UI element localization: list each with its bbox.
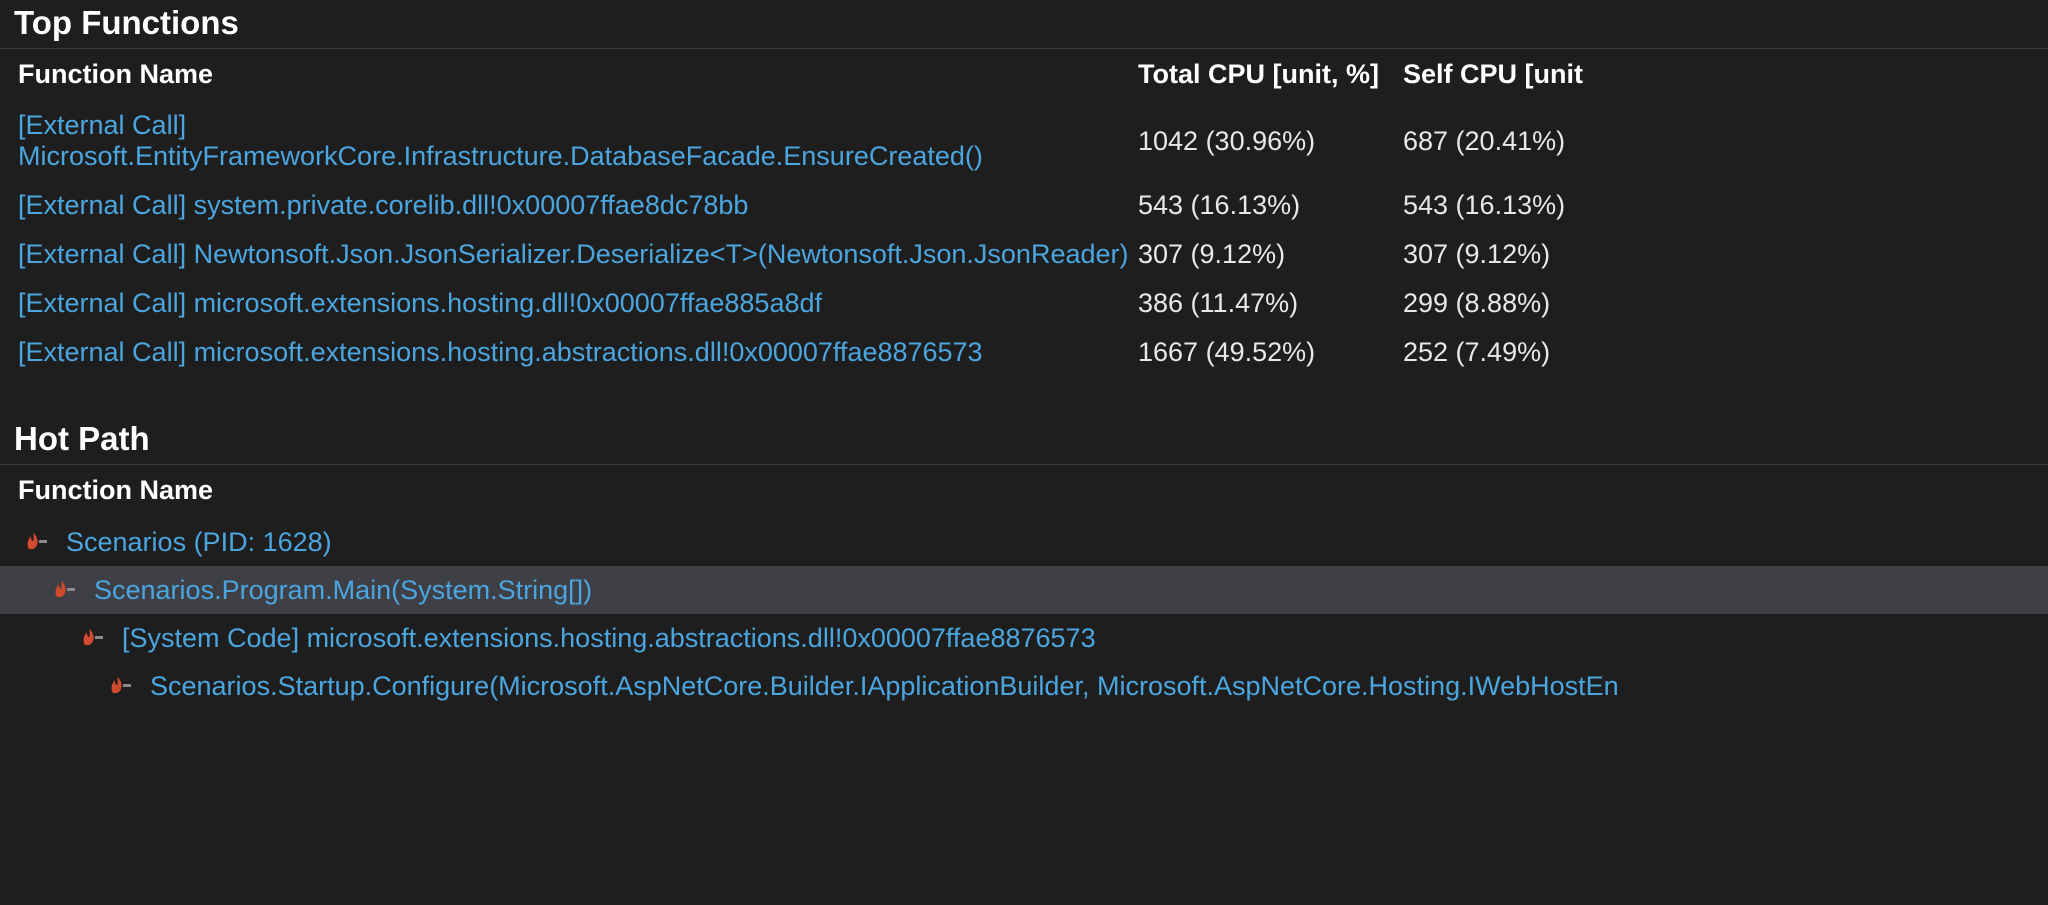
self-cpu-cell: 252 (7.49%): [1403, 337, 2034, 368]
table-row[interactable]: [External Call] microsoft.extensions.hos…: [0, 280, 2048, 329]
col-header-total-cpu[interactable]: Total CPU [unit, %]: [1138, 59, 1403, 90]
table-row[interactable]: [External Call] microsoft.extensions.hos…: [0, 329, 2048, 378]
total-cpu-cell: 1042 (30.96%): [1138, 126, 1403, 157]
total-cpu-cell: 307 (9.12%): [1138, 239, 1403, 270]
hot-path-row[interactable]: Scenarios (PID: 1628): [0, 518, 2048, 566]
table-row[interactable]: [External Call] Newtonsoft.Json.JsonSeri…: [0, 231, 2048, 280]
flame-icon: [80, 629, 104, 647]
hot-path-row[interactable]: Scenarios.Program.Main(System.String[]): [0, 566, 2048, 614]
hot-path-tree: Scenarios (PID: 1628) Scenarios.Program.M…: [0, 516, 2048, 710]
function-link[interactable]: [External Call] microsoft.extensions.hos…: [18, 288, 822, 318]
table-row[interactable]: [External Call] system.private.corelib.d…: [0, 182, 2048, 231]
function-link[interactable]: [External Call] Newtonsoft.Json.JsonSeri…: [18, 239, 1129, 269]
hot-path-row[interactable]: Scenarios.Startup.Configure(Microsoft.As…: [0, 662, 2048, 710]
hot-path-row[interactable]: [System Code] microsoft.extensions.hosti…: [0, 614, 2048, 662]
hot-path-link[interactable]: Scenarios.Program.Main(System.String[]): [94, 575, 592, 606]
function-name-cell: [External Call] system.private.corelib.d…: [18, 190, 1138, 221]
top-functions-title: Top Functions: [0, 0, 2048, 48]
self-cpu-cell: 687 (20.41%): [1403, 126, 2034, 157]
flame-icon: [108, 677, 132, 695]
top-functions-body: [External Call] Microsoft.EntityFramewor…: [0, 102, 2048, 378]
col-header-function-name[interactable]: Function Name: [18, 59, 1138, 90]
hot-path-title: Hot Path: [0, 416, 2048, 464]
top-functions-header-row: Function Name Total CPU [unit, %] Self C…: [0, 49, 2048, 102]
profiler-panel: Top Functions Function Name Total CPU [u…: [0, 0, 2048, 710]
function-name-cell: [External Call] Microsoft.EntityFramewor…: [18, 110, 1138, 172]
function-name-cell: [External Call] Newtonsoft.Json.JsonSeri…: [18, 239, 1138, 270]
function-name-cell: [External Call] microsoft.extensions.hos…: [18, 288, 1138, 319]
total-cpu-cell: 1667 (49.52%): [1138, 337, 1403, 368]
hot-path-header[interactable]: Function Name: [0, 465, 2048, 516]
hot-path-link[interactable]: Scenarios (PID: 1628): [66, 527, 332, 558]
table-row[interactable]: [External Call] Microsoft.EntityFramewor…: [0, 102, 2048, 182]
function-link[interactable]: [External Call] system.private.corelib.d…: [18, 190, 748, 220]
self-cpu-cell: 543 (16.13%): [1403, 190, 2034, 221]
col-header-self-cpu[interactable]: Self CPU [unit: [1403, 59, 2034, 90]
total-cpu-cell: 386 (11.47%): [1138, 288, 1403, 319]
flame-icon: [24, 533, 48, 551]
function-link[interactable]: [External Call] Microsoft.EntityFramewor…: [18, 110, 983, 171]
function-link[interactable]: [External Call] microsoft.extensions.hos…: [18, 337, 983, 367]
hot-path-link[interactable]: [System Code] microsoft.extensions.hosti…: [122, 623, 1096, 654]
section-gap: [0, 378, 2048, 416]
self-cpu-cell: 299 (8.88%): [1403, 288, 2034, 319]
flame-icon: [52, 581, 76, 599]
hot-path-link[interactable]: Scenarios.Startup.Configure(Microsoft.As…: [150, 671, 1619, 702]
self-cpu-cell: 307 (9.12%): [1403, 239, 2034, 270]
total-cpu-cell: 543 (16.13%): [1138, 190, 1403, 221]
function-name-cell: [External Call] microsoft.extensions.hos…: [18, 337, 1138, 368]
